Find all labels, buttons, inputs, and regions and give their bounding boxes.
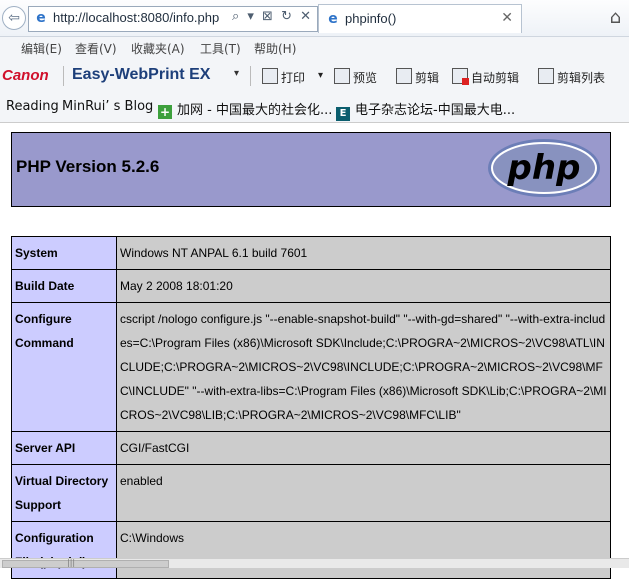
row-key-system: System: [11, 236, 117, 270]
url-text[interactable]: http://localhost:8080/info.php: [53, 10, 219, 25]
forum-icon: E: [336, 107, 350, 121]
clip-list-icon: [538, 68, 554, 84]
row-key-server-api: Server API: [11, 431, 117, 465]
row-value-server-api: CGI/FastCGI: [116, 431, 611, 465]
favorite-ezine-forum-label: 电子杂志论坛-中国最大电...: [355, 103, 516, 118]
preview-button[interactable]: 预览: [334, 68, 377, 86]
menu-edit[interactable]: 编辑(E): [21, 40, 62, 57]
print-dropdown-icon[interactable]: ▾: [318, 70, 323, 81]
tab-title: phpinfo(): [345, 11, 397, 26]
row-value-configure-command: cscript /nologo configure.js "--enable-s…: [116, 302, 611, 432]
toolbar-divider: [250, 66, 251, 86]
grip-icon: |||: [67, 558, 76, 567]
print-button[interactable]: 打印: [262, 68, 305, 86]
clip-button[interactable]: 剪辑: [396, 68, 439, 86]
page-title: PHP Version 5.2.6: [16, 157, 160, 176]
back-arrow-icon: ⇦: [8, 10, 20, 26]
preview-label: 预览: [353, 71, 378, 85]
easy-webprint-logo[interactable]: Easy-WebPrint EX: [72, 66, 210, 84]
favorites-bar: Reading MinRui’ s Blog + 加网 - 中国最大的社会化...…: [0, 94, 629, 121]
page-content: PHP Version 5.2.6 php System Windows NT …: [0, 122, 629, 579]
php-info-table: System Windows NT ANPAL 6.1 build 7601 B…: [11, 236, 611, 579]
favorite-jiawang[interactable]: + 加网 - 中国最大的社会化...: [158, 99, 332, 119]
favorite-reading[interactable]: Reading: [6, 99, 59, 114]
row-key-config-file: Configuration File (php.ini): [11, 521, 117, 579]
address-bar-tools-icon[interactable]: ⌕ ▾ ⊠ ↻ ✕: [232, 9, 313, 24]
row-key-configure-command: Configure Command: [11, 302, 117, 432]
row-value-config-file: C:\Windows: [116, 521, 611, 579]
favorite-ezine-forum[interactable]: E 电子杂志论坛-中国最大电...: [336, 99, 515, 121]
printer-icon: [262, 68, 278, 84]
close-tab-icon[interactable]: ✕: [501, 10, 513, 26]
menu-favorites[interactable]: 收藏夹(A): [131, 40, 185, 57]
preview-icon: [334, 68, 350, 84]
back-button[interactable]: ⇦: [2, 6, 26, 30]
address-bar-row: ⇦ e http://localhost:8080/info.php ⌕ ▾ ⊠…: [0, 0, 629, 37]
clip-label: 剪辑: [415, 71, 440, 85]
table-row: Configure Command cscript /nologo config…: [11, 302, 611, 432]
toolbar-divider: [63, 66, 64, 86]
tab-phpinfo[interactable]: e phpinfo() ✕: [318, 4, 522, 33]
canon-logo: Canon: [2, 67, 49, 84]
favorite-minrui-blog[interactable]: MinRui’ s Blog: [62, 99, 153, 114]
row-value-build-date: May 2 2008 18:01:20: [116, 269, 611, 303]
row-key-build-date: Build Date: [11, 269, 117, 303]
canon-toolbar: Canon Easy-WebPrint EX ▾ 打印 ▾ 预览 剪辑 自动剪辑…: [0, 60, 629, 92]
auto-clip-button[interactable]: 自动剪辑: [452, 68, 519, 86]
favorite-jiawang-label: 加网 - 中国最大的社会化...: [177, 103, 333, 118]
plus-icon: +: [158, 105, 172, 119]
row-key-virtual-directory: Virtual Directory Support: [11, 464, 117, 522]
browser-chrome: ⇦ e http://localhost:8080/info.php ⌕ ▾ ⊠…: [0, 0, 629, 122]
table-row: System Windows NT ANPAL 6.1 build 7601: [11, 236, 611, 270]
clip-list-button[interactable]: 剪辑列表: [538, 68, 605, 86]
auto-clip-icon: [452, 68, 469, 85]
table-row: Server API CGI/FastCGI: [11, 431, 611, 465]
table-row: Configuration File (php.ini) C:\Windows: [11, 521, 611, 579]
menu-help[interactable]: 帮助(H): [254, 40, 296, 57]
table-row: Virtual Directory Support enabled: [11, 464, 611, 522]
auto-clip-label: 自动剪辑: [471, 71, 520, 85]
clip-icon: [396, 68, 412, 84]
row-value-system: Windows NT ANPAL 6.1 build 7601: [116, 236, 611, 270]
php-logo-icon[interactable]: php: [487, 138, 602, 198]
php-logo-text: php: [507, 148, 581, 188]
chevron-down-icon[interactable]: ▾: [234, 68, 239, 79]
home-icon[interactable]: ⌂: [610, 7, 621, 28]
ie-page-icon: e: [36, 10, 46, 26]
ie-tab-icon: e: [328, 11, 338, 27]
menu-bar: 编辑(E) 查看(V) 收藏夹(A) 工具(T) 帮助(H): [0, 37, 629, 59]
table-row: Build Date May 2 2008 18:01:20: [11, 269, 611, 303]
clip-list-label: 剪辑列表: [557, 71, 606, 85]
address-bar[interactable]: e http://localhost:8080/info.php ⌕ ▾ ⊠ ↻…: [28, 6, 318, 32]
print-label: 打印: [281, 71, 306, 85]
php-header: PHP Version 5.2.6 php: [11, 132, 611, 207]
menu-tools[interactable]: 工具(T): [200, 40, 241, 57]
menu-view[interactable]: 查看(V): [75, 40, 117, 57]
row-value-virtual-directory: enabled: [116, 464, 611, 522]
